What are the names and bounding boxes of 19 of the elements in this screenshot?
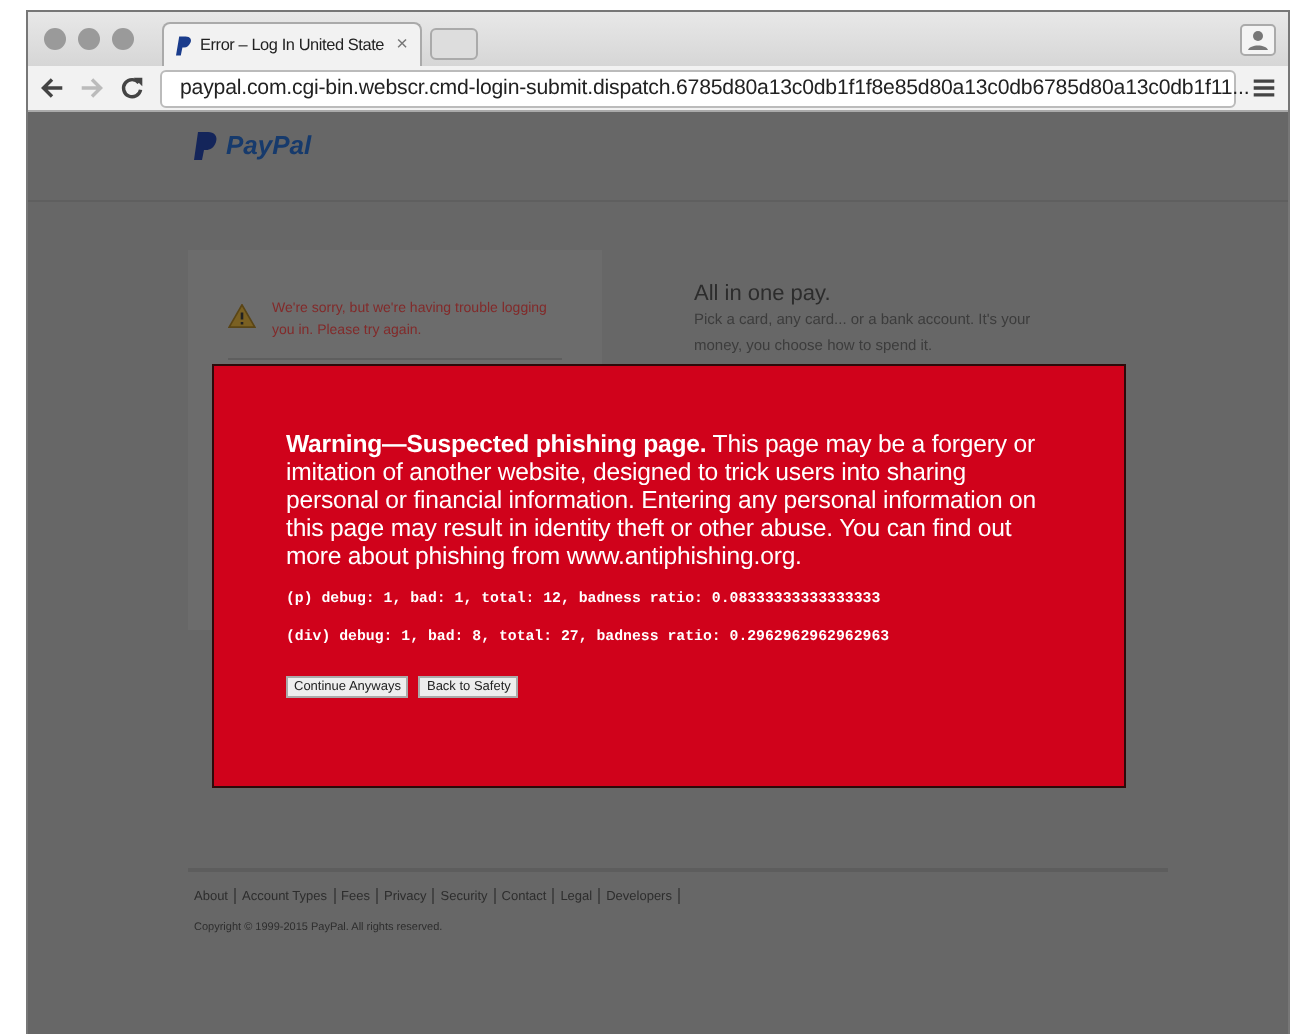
browser-tab[interactable]: Error – Log In United State × xyxy=(162,22,422,66)
close-window-button[interactable] xyxy=(44,28,66,50)
minimize-window-button[interactable] xyxy=(78,28,100,50)
paypal-p-icon xyxy=(176,35,192,55)
warning-icon xyxy=(228,304,256,328)
tab-title: Error – Log In United State xyxy=(200,36,386,54)
reload-icon[interactable] xyxy=(120,76,144,100)
promo-title: All in one pay. xyxy=(694,282,833,306)
warning-message: Warning—Suspected phishing page. This page may be a forgery or imitation of another website, designed to trick users into sharing personal or financial information. Entering any personal information on this page may result in identity theft or other abuse. You can find out more about phishing from www.antiphishing.org. xyxy=(286,430,1039,570)
forward-icon[interactable] xyxy=(80,76,104,100)
paypal-p-icon xyxy=(194,131,218,159)
paypal-wordmark: PayPal xyxy=(226,130,312,160)
zoom-window-button[interactable] xyxy=(112,28,134,50)
url-text: paypal.com.cgi-bin.webscr.cmd-login-submit.dispatch.6785d80a13c0db1f1f8e85d80a13c0db6785d80a13c0db1f11... xyxy=(180,76,1250,100)
back-icon[interactable] xyxy=(40,76,64,100)
new-tab-button[interactable] xyxy=(430,28,478,60)
tab-close-button[interactable]: × xyxy=(396,34,408,56)
menu-icon[interactable] xyxy=(1252,76,1276,100)
user-icon[interactable] xyxy=(1240,23,1276,55)
